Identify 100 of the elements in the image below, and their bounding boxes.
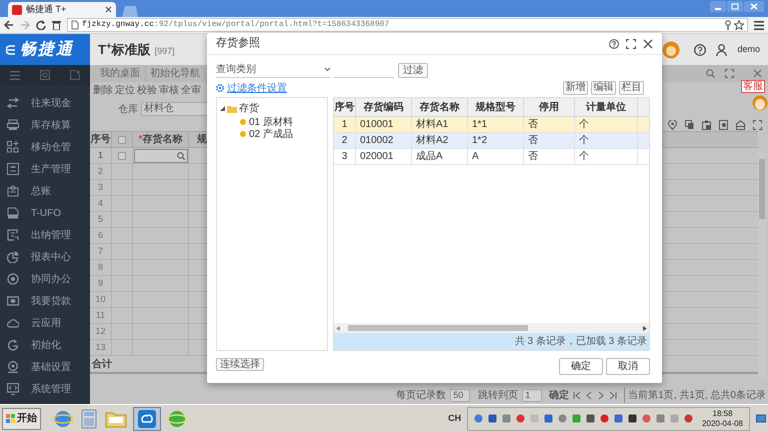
sidebar-item[interactable]: 云应用: [0, 312, 90, 334]
close-icon[interactable]: [105, 6, 112, 13]
table-cell: 3: [334, 149, 356, 164]
confirm-link[interactable]: 确定: [549, 388, 570, 402]
sidebar-item[interactable]: 报表中心: [0, 246, 90, 268]
reload-icon[interactable]: [36, 20, 46, 30]
workspace-tab[interactable]: 初始化导航: [145, 66, 202, 81]
last-page-icon[interactable]: [609, 390, 618, 400]
column-header: 序号: [334, 98, 356, 116]
sidebar-item[interactable]: 总账: [0, 180, 90, 202]
calculator-icon[interactable]: [79, 408, 99, 428]
back-icon[interactable]: [4, 20, 14, 30]
expand-icon[interactable]: [725, 69, 734, 78]
input-language-indicator[interactable]: CH: [448, 412, 462, 426]
right-arrow-icon[interactable]: [643, 326, 647, 330]
workspace-tab[interactable]: 我的桌面: [98, 66, 142, 81]
toolbar-button[interactable]: 栏目: [619, 81, 644, 95]
folder-icon: [227, 104, 237, 112]
help-icon[interactable]: [609, 38, 619, 48]
close-icon[interactable]: [643, 38, 653, 48]
table-row[interactable]: 1 010001 材料A1 1*1 否 个: [334, 117, 649, 133]
gear-icon[interactable]: [216, 84, 224, 92]
clipboard-icon[interactable]: [702, 120, 711, 130]
sidebar-item[interactable]: 移动仓管: [0, 136, 90, 158]
toolbar-button[interactable]: 全审: [181, 83, 201, 98]
search-icon[interactable]: [706, 69, 715, 78]
sidebar-item[interactable]: 生产管理: [0, 158, 90, 180]
taskbar-app-button[interactable]: [133, 406, 161, 430]
sidebar-item[interactable]: 我要贷款: [0, 290, 90, 312]
sidebar-item[interactable]: 出纳管理: [0, 224, 90, 246]
sidebar-item[interactable]: 初始化: [0, 334, 90, 356]
toolbar-button[interactable]: 编辑: [591, 81, 616, 95]
sidebar-item[interactable]: 库存核算: [0, 114, 90, 136]
search-icon[interactable]: [40, 70, 50, 80]
location-pin-icon[interactable]: [668, 120, 677, 130]
next-page-icon[interactable]: [597, 390, 606, 400]
user-name[interactable]: demo: [737, 42, 760, 56]
menu-icon[interactable]: [754, 20, 764, 30]
star-icon[interactable]: [734, 20, 744, 30]
browser-tab[interactable]: 畅捷通 T+: [8, 2, 116, 17]
table-row[interactable]: 2 010002 材料A2 1*2 否 个: [334, 133, 649, 149]
first-page-icon[interactable]: [573, 390, 582, 400]
toolbar-button[interactable]: 删除: [93, 83, 113, 98]
page-field[interactable]: 1: [522, 388, 542, 402]
show-desktop-icon[interactable]: [756, 414, 766, 424]
expanded-triangle-icon[interactable]: [220, 106, 225, 111]
copy-icon[interactable]: [685, 120, 694, 130]
new-tab-icon[interactable]: [120, 5, 138, 17]
globe-icon[interactable]: [53, 408, 73, 428]
expand-icon[interactable]: [753, 120, 762, 130]
restore-icon[interactable]: [727, 1, 743, 12]
table-cell: 010002: [356, 133, 412, 148]
avatar-icon[interactable]: [662, 40, 680, 58]
forward-icon[interactable]: [20, 20, 30, 30]
user-icon[interactable]: [716, 44, 728, 56]
trash-icon[interactable]: [52, 20, 61, 30]
filter-button[interactable]: 过滤: [398, 62, 428, 78]
monitor-icon: [7, 383, 19, 395]
home-icon[interactable]: [736, 120, 745, 130]
sidebar-item[interactable]: 系统管理: [0, 378, 90, 400]
tree-node[interactable]: 01 原材料: [220, 116, 324, 128]
maximize-icon[interactable]: [626, 38, 636, 48]
table-row[interactable]: 3 020001 成品A A 否 个: [334, 149, 649, 165]
toolbar-button[interactable]: 新增: [563, 81, 588, 95]
filter-settings-link[interactable]: 过滤条件设置: [227, 80, 287, 96]
column-header: 规格型号: [468, 98, 524, 116]
table-cell: A: [468, 149, 524, 164]
key-icon[interactable]: [725, 20, 731, 30]
ok-button[interactable]: 确定: [559, 358, 603, 375]
previous-page-icon[interactable]: [585, 390, 594, 400]
table-cell: 2: [334, 133, 356, 148]
sidebar-item[interactable]: 基础设置: [0, 356, 90, 378]
left-arrow-icon[interactable]: [336, 326, 340, 330]
customer-service-badge[interactable]: 客服: [741, 80, 765, 93]
search-icon[interactable]: [177, 152, 185, 160]
sidebar-item[interactable]: 协同办公: [0, 268, 90, 290]
page-size-field[interactable]: 50: [450, 388, 470, 402]
continuous-select-button[interactable]: 连续选择: [216, 358, 264, 371]
sidebar-item[interactable]: 往来现金: [0, 92, 90, 114]
address-field[interactable]: fjzkzy.gnway.cc:92/tplus/view/portal/portal.html?t=1586343368907: [67, 18, 748, 32]
logo-icon: [6, 44, 16, 56]
checkbox[interactable]: [118, 152, 126, 160]
tree-node[interactable]: 02 产成品: [220, 128, 324, 140]
document-icon[interactable]: [719, 120, 728, 130]
mascot-icon[interactable]: [752, 94, 768, 112]
add-icon[interactable]: [70, 70, 80, 80]
toolbar-button[interactable]: 定位: [115, 83, 135, 98]
sidebar-item[interactable]: T-UFO: [0, 202, 90, 224]
toolbar-button[interactable]: 校验: [137, 83, 157, 98]
arrows-icon: [7, 97, 19, 109]
help-icon[interactable]: [694, 44, 706, 56]
start-button[interactable]: 开始: [2, 408, 41, 430]
category-dropdown[interactable]: 查询类别: [216, 62, 331, 78]
toolbar-button[interactable]: 审核: [159, 83, 179, 98]
minimize-icon[interactable]: [710, 1, 726, 12]
globe-icon[interactable]: [167, 408, 187, 428]
checkbox[interactable]: [118, 136, 126, 144]
cancel-button[interactable]: 取消: [606, 358, 650, 375]
row-number: 1: [90, 148, 112, 163]
pie-chart-icon: [7, 251, 19, 263]
